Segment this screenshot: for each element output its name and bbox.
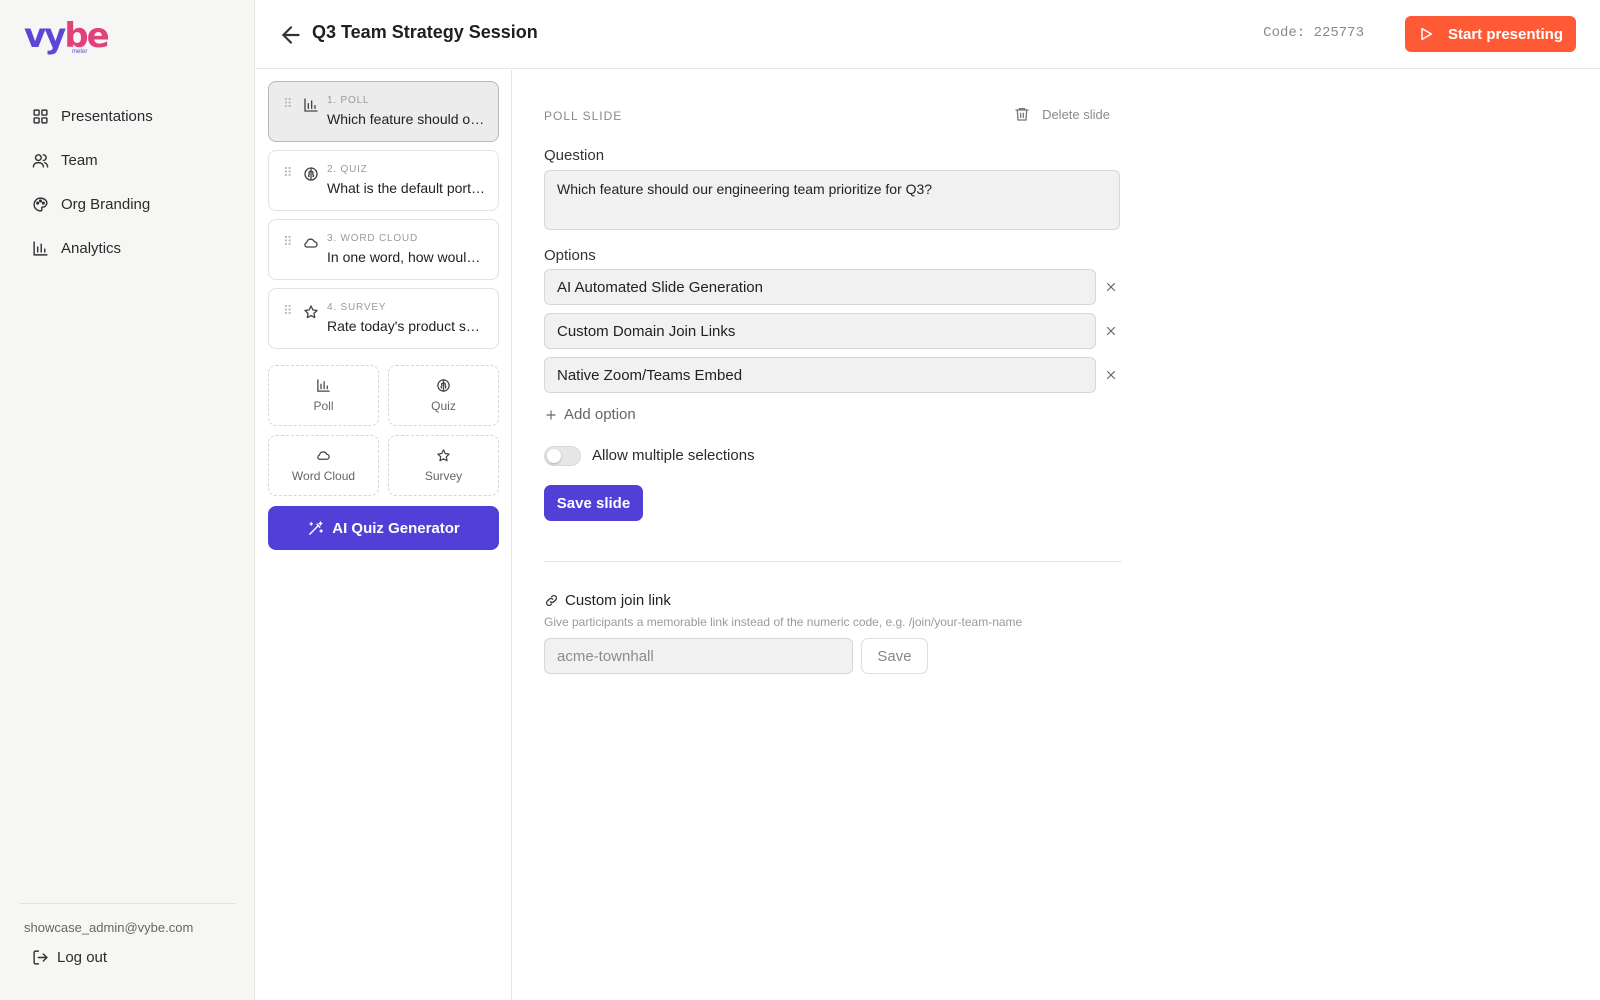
- slide-list: ⠿ 1. POLL Which feature should our engin…: [256, 70, 512, 1000]
- top-header: Q3 Team Strategy Session Code: 225773 St…: [256, 0, 1600, 69]
- question-textarea[interactable]: Which feature should our engineering tea…: [544, 170, 1120, 230]
- ai-quiz-generator-button[interactable]: AI Quiz Generator: [268, 506, 499, 550]
- sidebar-item-label: Analytics: [61, 239, 122, 257]
- custom-join-link-label: Custom join link: [565, 592, 671, 609]
- slide-type-label: 2. QUIZ: [327, 164, 368, 175]
- trash-icon: [1015, 108, 1029, 121]
- editor-section-label: POLL SLIDE: [544, 109, 623, 123]
- start-presenting-button[interactable]: Start presenting: [1405, 16, 1576, 52]
- sidebar-item-presentations[interactable]: Presentations: [20, 96, 235, 136]
- brain-icon: [437, 379, 450, 392]
- option-input[interactable]: AI Automated Slide Generation: [544, 269, 1096, 305]
- slide-question-preview: In one word, how would you describe this…: [327, 249, 485, 265]
- custom-join-link-hint: Give participants a memorable link inste…: [544, 615, 1023, 629]
- magic-wand-icon: [309, 520, 324, 535]
- sidebar-item-team[interactable]: Team: [20, 140, 235, 180]
- divider: [544, 561, 1122, 562]
- logout-button[interactable]: Log out: [32, 949, 235, 966]
- drag-handle-icon[interactable]: ⠿: [283, 303, 292, 319]
- close-icon[interactable]: [1104, 324, 1118, 338]
- start-presenting-label: Start presenting: [1447, 25, 1564, 43]
- sidebar: vybe meter Presentations Team Org Brandi…: [0, 0, 255, 1000]
- custom-join-link-save-label: Save: [877, 647, 912, 665]
- brain-icon: [304, 167, 318, 181]
- delete-slide-label: Delete slide: [1042, 106, 1110, 122]
- back-button[interactable]: [278, 22, 304, 48]
- drag-handle-icon[interactable]: ⠿: [283, 96, 292, 112]
- add-poll-button[interactable]: Poll: [268, 365, 379, 426]
- slide-type-label: 3. WORD CLOUD: [327, 233, 418, 244]
- grid-icon: [33, 108, 48, 124]
- vybe-logo[interactable]: vybe meter: [24, 16, 110, 58]
- slide-card-survey[interactable]: ⠿ 4. SURVEY Rate today's product session: [268, 288, 499, 349]
- add-word-cloud-button[interactable]: Word Cloud: [268, 435, 379, 496]
- user-email: showcase_admin@vybe.com: [24, 920, 194, 935]
- join-code: Code: 225773: [1263, 25, 1364, 41]
- sidebar-item-label: Org Branding: [61, 195, 151, 213]
- slide-type-label: 4. SURVEY: [327, 302, 387, 313]
- star-icon: [437, 449, 450, 462]
- sidebar-nav: Presentations Team Org Branding Analytic…: [20, 96, 235, 272]
- play-icon: [1421, 27, 1433, 41]
- close-icon[interactable]: [1104, 368, 1118, 382]
- save-slide-button[interactable]: Save slide: [544, 485, 643, 521]
- logo-subtext: meter: [72, 49, 88, 55]
- add-tile-label: Poll: [313, 399, 334, 413]
- slide-question-preview: Rate today's product session: [327, 318, 485, 334]
- toggle-knob: [547, 449, 561, 463]
- question-label: Question: [544, 147, 605, 164]
- slide-card-quiz[interactable]: ⠿ 2. QUIZ What is the default port for H…: [268, 150, 499, 211]
- star-icon: [304, 305, 318, 319]
- sidebar-item-label: Team: [61, 151, 98, 169]
- sidebar-footer: showcase_admin@vybe.com Log out: [20, 903, 235, 966]
- cloud-icon: [304, 238, 318, 248]
- arrow-left-icon: [281, 26, 300, 44]
- custom-join-link-save-button[interactable]: Save: [861, 638, 928, 674]
- logout-icon: [33, 950, 48, 965]
- multi-select-toggle[interactable]: [544, 446, 581, 466]
- cloud-icon: [317, 451, 330, 460]
- slide-question-preview: Which feature should our engineering tea…: [327, 111, 485, 127]
- option-input[interactable]: Custom Domain Join Links: [544, 313, 1096, 349]
- close-icon[interactable]: [1104, 280, 1118, 294]
- custom-join-link-title: Custom join link: [544, 592, 671, 609]
- bar-chart-icon: [317, 379, 330, 392]
- add-option-button[interactable]: Add option: [544, 406, 636, 423]
- custom-join-link-input[interactable]: acme-townhall: [544, 638, 853, 674]
- sidebar-item-label: Presentations: [61, 107, 153, 125]
- add-survey-button[interactable]: Survey: [388, 435, 499, 496]
- slide-type-label: 1. POLL: [327, 95, 370, 106]
- add-quiz-button[interactable]: Quiz: [388, 365, 499, 426]
- add-option-label: Add option: [564, 406, 636, 423]
- drag-handle-icon[interactable]: ⠿: [283, 165, 292, 181]
- ai-quiz-generator-label: AI Quiz Generator: [332, 519, 460, 537]
- palette-icon: [33, 196, 48, 212]
- option-input[interactable]: Native Zoom/Teams Embed: [544, 357, 1096, 393]
- add-tile-label: Word Cloud: [291, 469, 356, 483]
- slide-card-poll[interactable]: ⠿ 1. POLL Which feature should our engin…: [268, 81, 499, 142]
- sidebar-item-analytics[interactable]: Analytics: [20, 228, 235, 268]
- bar-chart-icon: [33, 240, 48, 256]
- save-slide-label: Save slide: [556, 494, 631, 512]
- plus-icon: [546, 409, 556, 420]
- users-icon: [32, 153, 49, 168]
- add-tile-label: Quiz: [431, 399, 456, 413]
- link-icon: [546, 595, 557, 606]
- join-code-text: Code: 225773: [1263, 25, 1364, 41]
- drag-handle-icon[interactable]: ⠿: [283, 234, 292, 250]
- bar-chart-icon: [304, 98, 318, 112]
- slide-question-preview: What is the default port for HTTPS?: [327, 180, 485, 196]
- options-label: Options: [544, 247, 596, 264]
- slide-card-word-cloud[interactable]: ⠿ 3. WORD CLOUD In one word, how would y…: [268, 219, 499, 280]
- add-tile-label: Survey: [424, 469, 463, 483]
- multi-select-label: Allow multiple selections: [592, 447, 755, 464]
- delete-slide-button[interactable]: Delete slide: [1014, 106, 1110, 122]
- logout-label: Log out: [57, 949, 108, 966]
- logo-text-a: vy: [24, 16, 66, 56]
- page-title: Q3 Team Strategy Session: [312, 22, 538, 42]
- sidebar-item-org-branding[interactable]: Org Branding: [20, 184, 235, 224]
